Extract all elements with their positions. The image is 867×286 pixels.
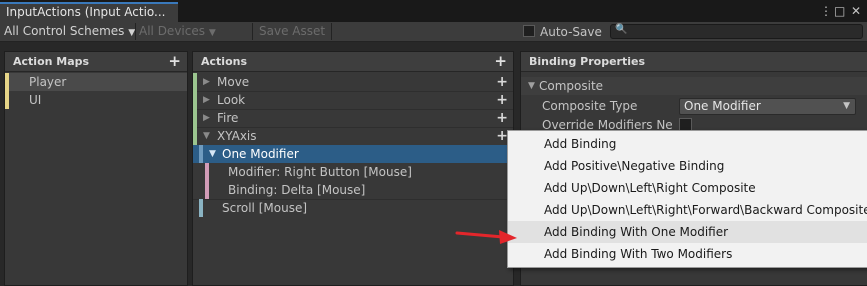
action-color-tag	[193, 91, 197, 109]
action-color-tag	[193, 73, 197, 91]
action-look[interactable]: ▶ Look +	[193, 91, 513, 109]
kebab-menu-icon[interactable]: ⋮	[820, 3, 832, 19]
search-input[interactable]: 🔍	[610, 24, 863, 39]
binding-part-label: Binding: Delta [Mouse]	[228, 183, 366, 197]
collapse-arrow-icon: ▼	[528, 81, 535, 91]
binding-color-tag	[199, 199, 203, 217]
binding-scroll[interactable]: Scroll [Mouse]	[193, 199, 513, 217]
add-action-icon[interactable]: +	[494, 52, 507, 70]
composite-foldout[interactable]: ▼ Composite	[521, 77, 867, 95]
action-move[interactable]: ▶ Move +	[193, 73, 513, 91]
composite-label: One Modifier	[222, 147, 299, 161]
action-fire[interactable]: ▶ Fire +	[193, 109, 513, 127]
add-binding-icon[interactable]: +	[496, 91, 508, 109]
add-binding-icon[interactable]: +	[496, 109, 508, 127]
action-map-ui[interactable]: UI	[5, 91, 187, 109]
maximize-icon[interactable]: □	[834, 3, 845, 19]
autosave-checkbox[interactable]	[523, 25, 535, 37]
action-map-label: Player	[29, 75, 67, 89]
action-xyaxis[interactable]: ▼ XYAxis +	[193, 127, 513, 145]
devices-label: All Devices	[139, 24, 205, 38]
menu-item-add-3d-composite[interactable]: Add Up\Down\Left\Right\Forward\Backward …	[508, 199, 867, 221]
binding-part-label: Modifier: Right Button [Mouse]	[228, 165, 412, 179]
action-maps-header: Action Maps +	[5, 52, 187, 72]
collapse-arrow-icon[interactable]: ▼	[209, 145, 216, 163]
composite-one-modifier[interactable]: ▼ One Modifier	[193, 145, 513, 163]
action-label: Fire	[217, 111, 239, 125]
collapse-arrow-icon[interactable]: ▼	[203, 127, 210, 145]
binding-part-row[interactable]: Binding: Delta [Mouse]	[193, 181, 513, 199]
expand-arrow-icon[interactable]: ▶	[203, 109, 210, 127]
binding-label: Scroll [Mouse]	[222, 201, 308, 215]
action-map-player[interactable]: Player	[5, 73, 187, 91]
action-map-color-tag	[5, 91, 9, 109]
add-action-map-icon[interactable]: +	[168, 52, 181, 70]
chevron-down-icon: ▼	[843, 101, 850, 111]
menu-item-add-2d-composite[interactable]: Add Up\Down\Left\Right Composite	[508, 177, 867, 199]
action-map-color-tag	[5, 73, 9, 91]
actions-header: Actions +	[193, 52, 513, 72]
binding-color-tag	[205, 181, 209, 199]
toolbar-divider	[135, 23, 136, 40]
action-label: Move	[217, 75, 250, 89]
menu-item-add-positive-negative[interactable]: Add Positive\Negative Binding	[508, 155, 867, 177]
menu-item-add-one-modifier[interactable]: Add Binding With One Modifier	[508, 221, 867, 243]
close-icon[interactable]: ✕	[851, 3, 861, 19]
expand-arrow-icon[interactable]: ▶	[203, 73, 210, 91]
action-color-tag	[193, 109, 197, 127]
binding-color-tag	[199, 145, 203, 163]
toolbar: All Control Schemes ▼ All Devices ▼ Save…	[0, 22, 867, 42]
binding-color-tag	[205, 163, 209, 181]
devices-dropdown[interactable]: All Devices ▼	[139, 22, 216, 41]
composite-type-value: One Modifier	[684, 99, 761, 113]
window-tab[interactable]: InputActions (Input Actio...	[0, 2, 178, 22]
add-binding-icon[interactable]: +	[496, 73, 508, 91]
binding-properties-title: Binding Properties	[529, 55, 646, 68]
actions-panel: Actions + ▶ Move + ▶ Look + ▶ Fire + ▼ X…	[192, 51, 514, 286]
annotation-arrow-icon	[455, 230, 517, 244]
action-maps-panel: Action Maps + Player UI	[4, 51, 188, 286]
control-scheme-dropdown[interactable]: All Control Schemes ▼	[4, 22, 135, 41]
binding-properties-header: Binding Properties	[521, 52, 867, 72]
autosave-label: Auto-Save	[540, 25, 602, 39]
composite-type-dropdown[interactable]: One Modifier ▼	[679, 98, 856, 115]
add-binding-context-menu: Add Binding Add Positive\Negative Bindin…	[507, 130, 867, 268]
menu-item-add-two-modifiers[interactable]: Add Binding With Two Modifiers	[508, 243, 867, 265]
menu-item-add-binding[interactable]: Add Binding	[508, 133, 867, 155]
control-scheme-label: All Control Schemes	[4, 24, 125, 38]
chevron-down-icon: ▼	[208, 28, 216, 38]
composite-section-label: Composite	[539, 79, 604, 93]
expand-arrow-icon[interactable]: ▶	[203, 91, 210, 109]
action-color-tag	[193, 127, 197, 145]
action-map-label: UI	[29, 93, 42, 107]
action-label: XYAxis	[217, 129, 257, 143]
composite-type-label: Composite Type	[542, 99, 638, 113]
search-icon: 🔍	[615, 24, 628, 35]
binding-part-row[interactable]: Modifier: Right Button [Mouse]	[193, 163, 513, 181]
actions-title: Actions	[201, 55, 247, 68]
action-label: Look	[217, 93, 246, 107]
save-asset-button[interactable]: Save Asset	[252, 23, 333, 40]
action-maps-title: Action Maps	[13, 55, 90, 68]
